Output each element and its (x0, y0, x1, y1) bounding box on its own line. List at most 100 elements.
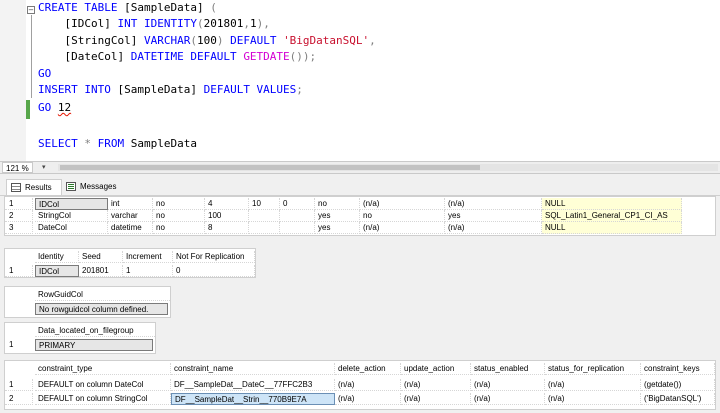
column-header[interactable]: status_enabled (471, 363, 545, 375)
column-header[interactable]: Data_located_on_filegroup (35, 325, 155, 337)
code-line[interactable]: [IDCol] INT IDENTITY(201801,1), (38, 16, 269, 32)
table-row[interactable]: 3 DateCol datetime no 8 yes (n/a) (n/a) NULL (5, 222, 715, 234)
column-header[interactable]: RowGuidCol (35, 289, 170, 301)
table-row[interactable]: 2 DEFAULT on column StringCol DF__SampleDa… (5, 393, 715, 405)
code-line[interactable]: GO (38, 66, 51, 82)
grid-cell[interactable]: DF__SampleDat__Strin__770B9E7A (171, 393, 335, 405)
grid-cell[interactable]: DF__SampleDat__DateC__77FFC2B3 (171, 379, 335, 391)
change-tracking-bar (26, 100, 30, 119)
tab-messages-label: Messages (80, 182, 117, 191)
code-token: DEFAULT VALUES (203, 83, 297, 96)
grid-cell[interactable]: NULL (542, 222, 682, 234)
table-row[interactable]: 2 StringCol varchar no 100 yes no yes SQL_Latin1… (5, 210, 715, 222)
code-token: 1 (249, 17, 257, 30)
grid-cell[interactable]: int (108, 198, 153, 210)
grid-cell[interactable]: 0 (173, 265, 255, 277)
tab-messages[interactable]: Messages (62, 179, 126, 195)
grid-cell[interactable]: (n/a) (545, 393, 641, 405)
grid-cell[interactable]: (n/a) (471, 393, 545, 405)
column-header[interactable]: constraint_name (171, 363, 335, 375)
grid-cell[interactable]: ('BigDatanSQL') (641, 393, 715, 405)
grid-cell[interactable]: (n/a) (471, 379, 545, 391)
header-row: constraint_type constraint_name delete_act… (5, 363, 715, 375)
collapse-icon[interactable]: − (27, 6, 35, 14)
column-header[interactable]: Seed (79, 251, 123, 263)
grid-cell[interactable] (280, 210, 315, 222)
column-header[interactable]: Not For Replication (173, 251, 255, 263)
grid-cell[interactable]: 8 (205, 222, 249, 234)
code-token: 100 (196, 34, 217, 47)
grid-cell[interactable]: (n/a) (335, 393, 401, 405)
grid-cell[interactable]: 201801 (79, 265, 123, 277)
grid-cell[interactable]: 10 (249, 198, 280, 210)
grid-cell[interactable]: SQL_Latin1_General_CP1_CI_AS (542, 210, 682, 222)
grid-cell[interactable]: 1 (123, 265, 173, 277)
grid-cell[interactable]: IDCol (35, 265, 79, 277)
zoom-level[interactable]: 121 % (2, 162, 33, 173)
grid-cell[interactable]: no (315, 198, 360, 210)
code-token: ( (196, 17, 204, 30)
code-line[interactable]: INSERT INTO [SampleData] DEFAULT VALUES; (38, 82, 303, 98)
grid-cell[interactable]: yes (315, 222, 360, 234)
column-header[interactable]: Increment (123, 251, 173, 263)
grid-cell[interactable]: datetime (108, 222, 153, 234)
grid-cell[interactable]: (n/a) (360, 222, 445, 234)
grid-cell[interactable] (249, 222, 280, 234)
grid-cell[interactable]: (n/a) (545, 379, 641, 391)
grid-cell[interactable]: no (360, 210, 445, 222)
grid-cell[interactable]: PRIMARY (35, 339, 153, 351)
column-header[interactable]: status_for_replication (545, 363, 641, 375)
column-header[interactable]: Identity (35, 251, 79, 263)
grid-cell[interactable]: no (153, 210, 205, 222)
grid-cell[interactable]: (n/a) (445, 198, 542, 210)
grid-cell[interactable]: yes (315, 210, 360, 222)
scrollbar-thumb[interactable] (60, 165, 480, 170)
grid-cell[interactable]: 4 (205, 198, 249, 210)
rowguidcol-result-grid[interactable]: RowGuidCol No rowguidcol column defined. (4, 286, 171, 318)
grid-cell[interactable]: NULL (542, 198, 682, 210)
grid-cell[interactable]: (n/a) (335, 379, 401, 391)
code-token: ( (190, 34, 197, 47)
code-line[interactable]: [StringCol] VARCHAR(100) DEFAULT 'BigDat… (38, 33, 375, 49)
grid-cell[interactable]: (getdate()) (641, 379, 715, 391)
grid-cell[interactable]: No rowguidcol column defined. (35, 303, 168, 315)
grid-cell[interactable]: StringCol (35, 210, 108, 222)
table-row[interactable]: 1 DEFAULT on column DateCol DF__SampleDat_… (5, 379, 715, 391)
grid-cell[interactable] (249, 210, 280, 222)
column-header[interactable]: update_action (401, 363, 471, 375)
grid-cell[interactable]: IDCol (35, 198, 108, 210)
grid-cell[interactable]: no (153, 198, 205, 210)
code-line[interactable]: SELECT * FROM SampleData (38, 136, 197, 152)
table-row[interactable]: 1 IDCol int no 4 10 0 no (n/a) (n/a) NULL (5, 198, 715, 210)
columns-result-grid[interactable]: 1 IDCol int no 4 10 0 no (n/a) (n/a) NULL 2 StringCo… (4, 196, 716, 236)
grid-cell[interactable] (280, 222, 315, 234)
code-line[interactable]: [DateCol] DATETIME DEFAULT GETDATE()); (38, 49, 316, 65)
grid-cell[interactable]: (n/a) (360, 198, 445, 210)
grid-cell[interactable]: DEFAULT on column DateCol (35, 379, 171, 391)
column-header[interactable]: delete_action (335, 363, 401, 375)
horizontal-scrollbar[interactable] (58, 164, 718, 171)
query-editor[interactable]: − CREATE TABLE [SampleData] ( [IDCol] IN… (0, 0, 720, 161)
grid-cell[interactable]: 0 (280, 198, 315, 210)
column-header[interactable]: constraint_keys (641, 363, 715, 375)
chevron-down-icon[interactable]: ▾ (42, 162, 46, 173)
row-header: 2 (5, 210, 33, 222)
constraints-result-grid[interactable]: constraint_type constraint_name delete_act… (4, 360, 716, 410)
grid-cell[interactable]: DEFAULT on column StringCol (35, 393, 171, 405)
grid-cell[interactable]: yes (445, 210, 542, 222)
table-row[interactable]: 1 IDCol 201801 1 0 (5, 265, 255, 277)
grid-cell[interactable]: varchar (108, 210, 153, 222)
grid-cell[interactable]: no (153, 222, 205, 234)
grid-cell[interactable]: (n/a) (401, 379, 471, 391)
column-header[interactable]: constraint_type (35, 363, 171, 375)
outline-line (31, 15, 32, 98)
filegroup-result-grid[interactable]: Data_located_on_filegroup 1 PRIMARY (4, 322, 156, 354)
grid-cell[interactable]: DateCol (35, 222, 108, 234)
code-line[interactable]: GO 12 (38, 100, 71, 116)
grid-cell[interactable]: (n/a) (445, 222, 542, 234)
tab-results[interactable]: Results (6, 179, 62, 195)
grid-cell[interactable]: (n/a) (401, 393, 471, 405)
code-line[interactable]: CREATE TABLE [SampleData] ( (38, 0, 217, 16)
identity-result-grid[interactable]: Identity Seed Increment Not For Replication… (4, 248, 256, 278)
grid-cell[interactable]: 100 (205, 210, 249, 222)
